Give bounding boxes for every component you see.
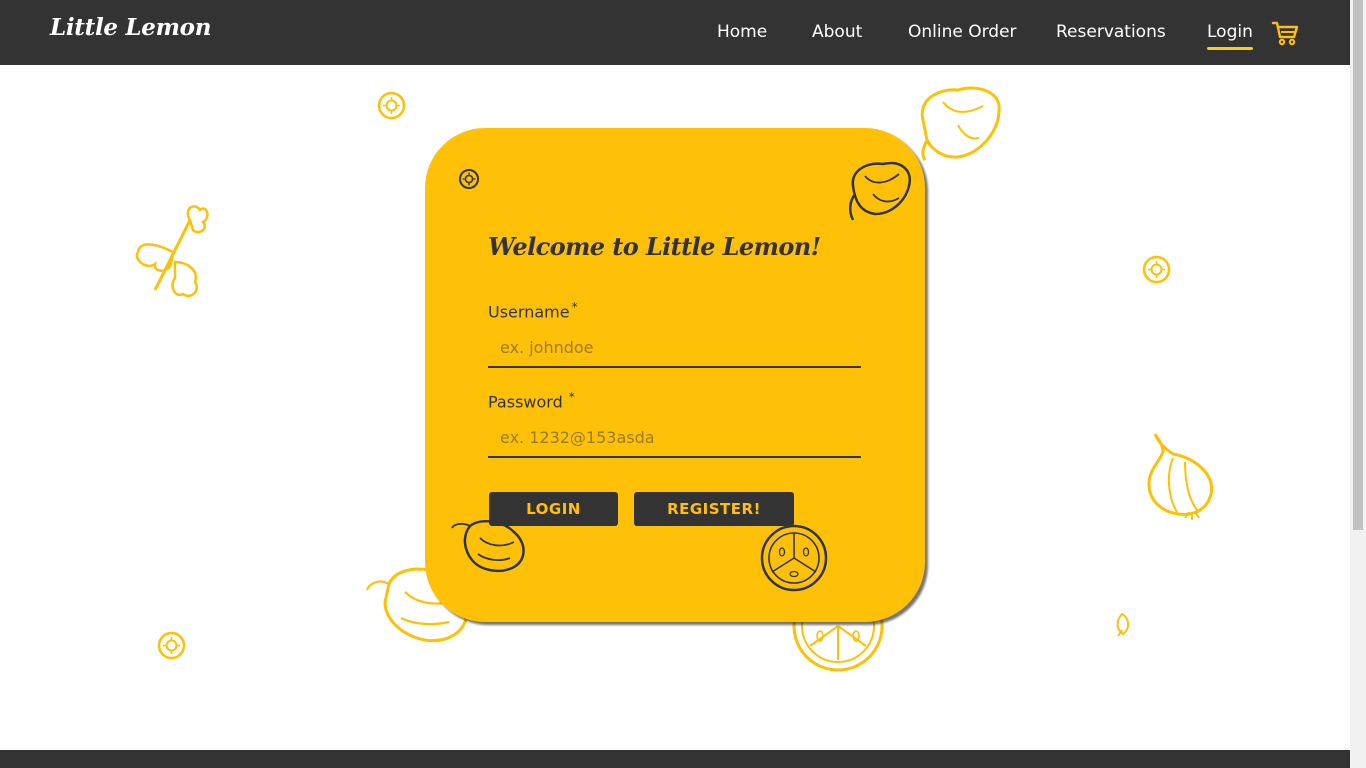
page-scrollbar[interactable]: [1350, 0, 1366, 768]
tomato-icon: [760, 524, 828, 592]
lemon-slice-icon: [377, 91, 406, 120]
seed-icon: [1116, 612, 1130, 637]
lemon-slice-icon: [157, 631, 186, 660]
garlic-icon: [1147, 433, 1213, 520]
pepper-icon: [849, 161, 912, 221]
nav-home[interactable]: Home: [717, 22, 767, 42]
footer-strip: [0, 750, 1350, 768]
login-title: Welcome to Little Lemon!: [488, 232, 821, 261]
username-input[interactable]: [488, 328, 861, 368]
scrollbar-thumb[interactable]: [1353, 0, 1363, 530]
required-marker: *: [571, 300, 578, 314]
lemon-slice-icon: [459, 169, 479, 189]
nav-about[interactable]: About: [812, 22, 862, 42]
password-input[interactable]: [488, 418, 861, 458]
top-navbar: Little Lemon Home About Online Order Res…: [0, 0, 1350, 65]
brand-logo[interactable]: Little Lemon: [50, 14, 211, 41]
login-card: Welcome to Little Lemon! Username* Passw…: [425, 128, 925, 622]
required-marker: *: [568, 390, 575, 404]
username-label-text: Username: [488, 302, 570, 322]
register-button[interactable]: REGISTER!: [634, 492, 794, 526]
page: Little Lemon Home About Online Order Res…: [0, 0, 1366, 768]
nav-online-order[interactable]: Online Order: [908, 22, 1017, 42]
nav-reservations[interactable]: Reservations: [1056, 22, 1166, 42]
password-label: Password *: [488, 390, 575, 411]
parsley-icon: [135, 205, 209, 298]
pepper-icon: [920, 86, 1001, 161]
lemon-slice-icon: [1142, 255, 1171, 284]
password-label-text: Password: [488, 392, 563, 412]
cart-icon[interactable]: [1271, 19, 1299, 47]
pepper-icon: [451, 519, 525, 572]
username-label: Username *: [488, 300, 578, 321]
nav-login[interactable]: Login: [1207, 22, 1253, 50]
